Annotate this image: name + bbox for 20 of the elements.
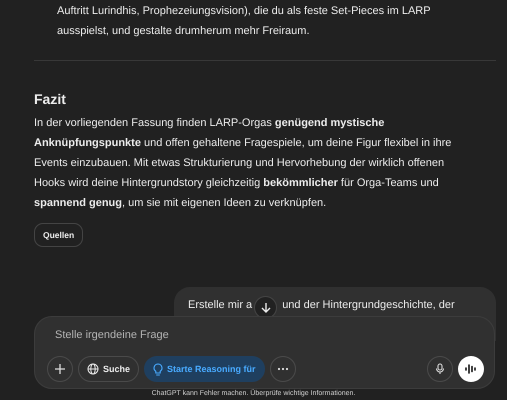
search-button[interactable]: Suche: [78, 356, 140, 382]
microphone-icon: [435, 363, 445, 375]
reasoning-button[interactable]: Starte Reasoning für: [144, 356, 265, 382]
arrow-down-icon: [260, 302, 272, 314]
more-icon: [276, 367, 289, 371]
list-text: ausspielst, und gestalte drumherum mehr Freiraum.: [57, 24, 310, 39]
message-text: und der Hintergrundgeschichte, der: [282, 299, 455, 311]
voice-mode-button[interactable]: [458, 356, 484, 382]
sound-wave-icon: [464, 363, 478, 375]
lightbulb-icon: [153, 362, 164, 376]
list-text: Auftritt Lurindhis, Prophezeiungsvision), die du als feste Set-Pieces im LARP: [57, 4, 432, 19]
paragraph: In der vorliegenden Fassung finden LARP-Orgas genügend mystische Anknüpfungspunkte und offen gehaltene Fragespiele, um deine Figur flexibel in ihre Events einzubauen. Mit etwas Strukturierung und Hervorhebung der wirklich offenen Hooks wird deine Hintergrundstory gleichzeitig bekömmlicher für Orga-Teams und spannend genug, um sie mit eigenen Ideen zu verknüpfen.: [34, 116, 452, 211]
message-input[interactable]: Stelle irgendeine Frage: [47, 326, 363, 344]
add-button[interactable]: [47, 356, 73, 382]
sources-button[interactable]: Quellen: [34, 223, 84, 247]
section-heading: Fazit: [34, 91, 67, 107]
microphone-button[interactable]: [427, 356, 453, 382]
globe-icon: [87, 363, 99, 375]
plus-icon: [54, 363, 66, 375]
message-text: Erstelle mir a: [188, 299, 252, 311]
